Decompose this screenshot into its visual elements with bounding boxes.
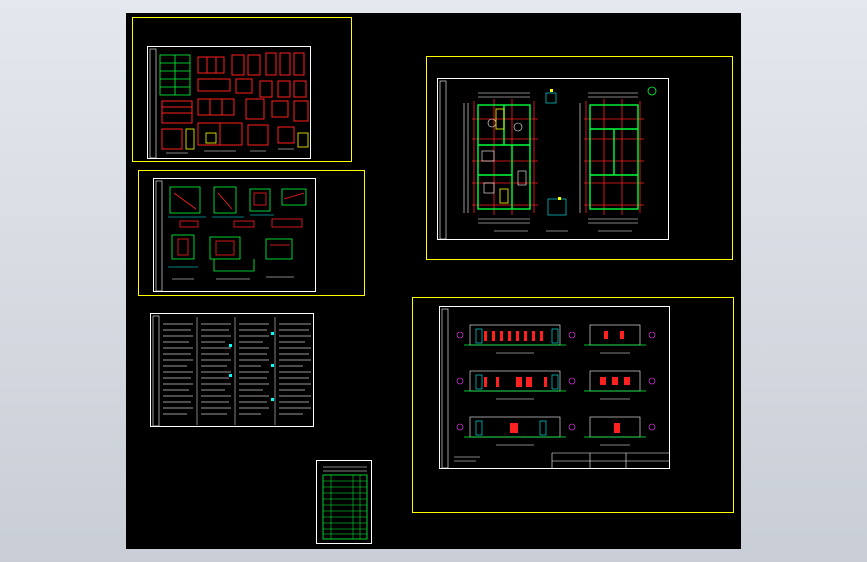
drawing-index-table — [322, 466, 368, 540]
sheet-frame-floor-plans[interactable] — [426, 56, 733, 260]
sheet-floor-plans — [437, 78, 669, 240]
floor-plans-drawing — [439, 80, 657, 240]
sheet-construction-details — [153, 178, 316, 292]
sheet-door-window-details — [147, 46, 311, 159]
construction-details-drawing — [155, 180, 307, 292]
sheet-frame-elevations[interactable] — [412, 297, 734, 513]
sheet-frame-door-window-details[interactable] — [132, 17, 352, 162]
sheet-frame-construction-details[interactable] — [138, 170, 365, 296]
door-window-drawing — [149, 48, 309, 159]
sheet-elevations — [439, 306, 670, 469]
cad-model-space-canvas[interactable] — [126, 13, 741, 549]
sheet-design-notes[interactable] — [150, 313, 314, 427]
design-notes-text-blocks — [152, 315, 311, 427]
sheet-drawing-index[interactable] — [316, 460, 372, 544]
elevations-drawing — [441, 308, 669, 469]
